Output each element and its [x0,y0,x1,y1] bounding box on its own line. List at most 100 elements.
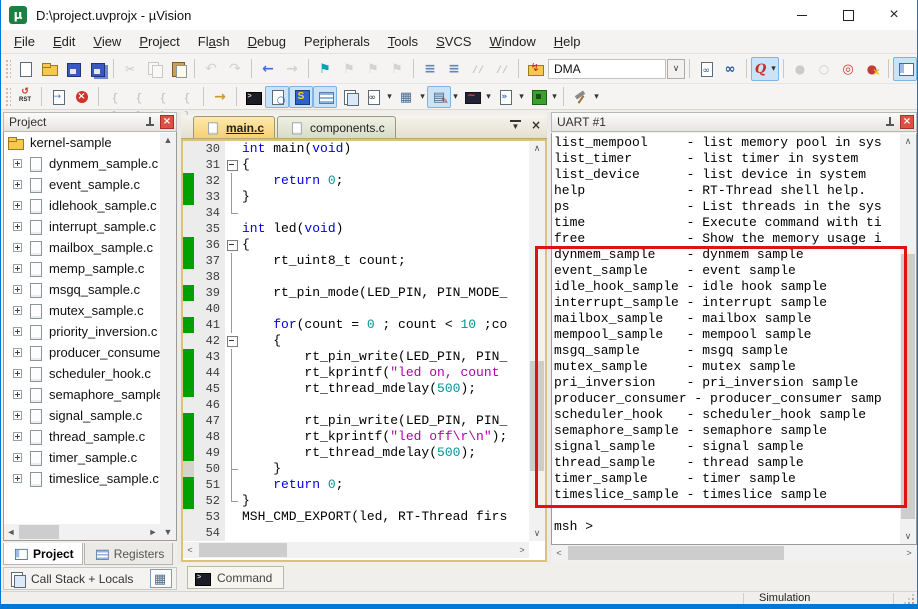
close-panel-icon[interactable]: × [160,115,174,129]
code-line[interactable]: 40 [183,301,529,317]
scroll-right-icon[interactable]: > [902,545,916,561]
code-line[interactable]: 44 rt_kprintf("led on, count [183,365,529,381]
indent-button[interactable] [418,57,442,81]
comment-button[interactable] [466,57,490,81]
fold-marker[interactable] [225,237,239,253]
minimize-button[interactable] [779,0,825,30]
expand-icon[interactable] [13,390,22,399]
code-line[interactable]: 34 [183,205,529,221]
reference-search-button[interactable]: ▾ [751,56,779,81]
new-file-button[interactable] [13,57,37,81]
system-viewer-button[interactable] [526,86,550,108]
code-line[interactable]: 53 MSH_CMD_EXPORT(led, RT-Thread firs [183,509,529,525]
code-line[interactable]: 54 [183,525,529,541]
target-combo-dropdown-icon[interactable]: ∨ [667,58,685,79]
code-line[interactable]: 45 rt_thread_mdelay(500); [183,381,529,397]
flash-download-button[interactable] [523,57,547,81]
code-line[interactable]: 46 [183,397,529,413]
scroll-down-icon[interactable]: ∨ [900,529,916,544]
bp-enable-button[interactable] [812,57,836,81]
nav-back-button[interactable] [256,57,280,81]
bp-toggle-button[interactable] [788,57,812,81]
expand-icon[interactable] [13,327,22,336]
code-line[interactable]: 33} [183,189,529,205]
tree-item-thread_sample-c[interactable]: thread_sample.c [4,426,176,447]
expand-icon[interactable] [13,159,22,168]
menu-item-edit[interactable]: Edit [44,30,84,54]
tree-item-event_sample-c[interactable]: event_sample.c [4,174,176,195]
save-all-button[interactable] [85,57,109,81]
tree-item-interrupt_sample-c[interactable]: interrupt_sample.c [4,216,176,237]
paste-button[interactable] [166,57,190,81]
menu-item-window[interactable]: Window [480,30,544,54]
fold-marker[interactable] [225,333,239,349]
cut-button[interactable] [118,57,142,81]
code-line[interactable]: 35 int led(void) [183,221,529,237]
dropdown-arrow-icon[interactable]: ▾ [385,91,394,102]
pin-icon[interactable] [883,115,897,129]
run-to-cursor-button[interactable] [175,86,199,108]
find-next-button[interactable] [718,57,742,81]
project-tree-vscrollbar[interactable]: ▲ ▼ [160,133,176,540]
bookmark-next-button[interactable] [361,57,385,81]
trace-button[interactable] [493,86,517,108]
scrollbar-thumb[interactable] [19,525,59,539]
code-line[interactable]: 41 for(count = 0 ; count < 10 ;co [183,317,529,333]
document-tab-components-c[interactable]: components.c [277,116,396,138]
serial-button[interactable] [427,85,451,108]
menu-item-tools[interactable]: Tools [379,30,427,54]
registers-button[interactable] [313,85,337,108]
project-window-button[interactable] [893,56,917,81]
open-folder-button[interactable] [37,57,61,81]
uart-terminal[interactable]: list_mempool - list memory pool in sys li… [551,133,917,545]
menu-item-view[interactable]: View [84,30,130,54]
document-tab-main-c[interactable]: main.c [193,116,276,138]
scroll-up-icon[interactable]: ∧ [529,141,545,156]
step-into-button[interactable] [103,86,127,108]
bookmark-toggle-button[interactable] [313,57,337,81]
scroll-down-icon[interactable]: ∨ [529,526,545,541]
expand-icon[interactable] [13,306,22,315]
save-button[interactable] [61,57,85,81]
copy-button[interactable] [142,57,166,81]
maximize-button[interactable] [825,0,871,30]
expand-icon[interactable] [13,222,22,231]
expand-icon[interactable] [13,180,22,189]
code-line[interactable]: 43 rt_pin_write(LED_PIN, PIN_ [183,349,529,365]
command-window-button[interactable] [241,86,265,108]
callstack-locals-bar[interactable]: Call Stack + Locals [3,567,177,590]
tree-item-dynmem_sample-c[interactable]: dynmem_sample.c [4,153,176,174]
memory-window-button[interactable] [150,569,172,588]
menu-item-svcs[interactable]: SVCS [427,30,480,54]
expand-icon[interactable] [13,243,22,252]
scroll-left-icon[interactable]: < [552,545,566,561]
bp-disable-all-button[interactable] [836,57,860,81]
tab-project[interactable]: Project [3,543,83,565]
tree-item-priority_inversion-c[interactable]: priority_inversion.c [4,321,176,342]
dropdown-arrow-icon[interactable]: ▾ [592,91,601,102]
code-line[interactable]: 49 rt_thread_mdelay(500); [183,445,529,461]
expand-icon[interactable] [13,201,22,210]
go-button[interactable] [208,86,232,108]
code-line[interactable]: 52} [183,493,529,509]
expand-icon[interactable] [13,474,22,483]
code-body[interactable]: 30 int main(void) 31{32 return 0; 33} 34 35 in… [183,141,529,541]
close-button[interactable] [871,0,917,30]
menu-item-debug[interactable]: Debug [239,30,295,54]
reset-button[interactable] [13,86,37,108]
menu-item-project[interactable]: Project [130,30,188,54]
menu-item-flash[interactable]: Flash [189,30,239,54]
tree-item-semaphore_sample-c[interactable]: semaphore_sample.c [4,384,176,405]
target-combo[interactable]: DMA [548,58,666,79]
tree-item-root[interactable]: kernel-sample [4,132,176,153]
scroll-left-icon[interactable]: < [183,542,197,558]
fold-marker[interactable] [225,157,239,173]
scroll-right-icon[interactable]: ► [146,524,160,540]
tree-item-idlehook_sample-c[interactable]: idlehook_sample.c [4,195,176,216]
code-line[interactable]: 50 } [183,461,529,477]
document-list-icon[interactable]: ▼ [509,119,521,131]
uart-hscrollbar[interactable]: < > [552,545,916,561]
call-stack-button[interactable] [337,86,361,108]
show-next-button[interactable] [46,86,70,108]
code-line[interactable]: 51 return 0; [183,477,529,493]
